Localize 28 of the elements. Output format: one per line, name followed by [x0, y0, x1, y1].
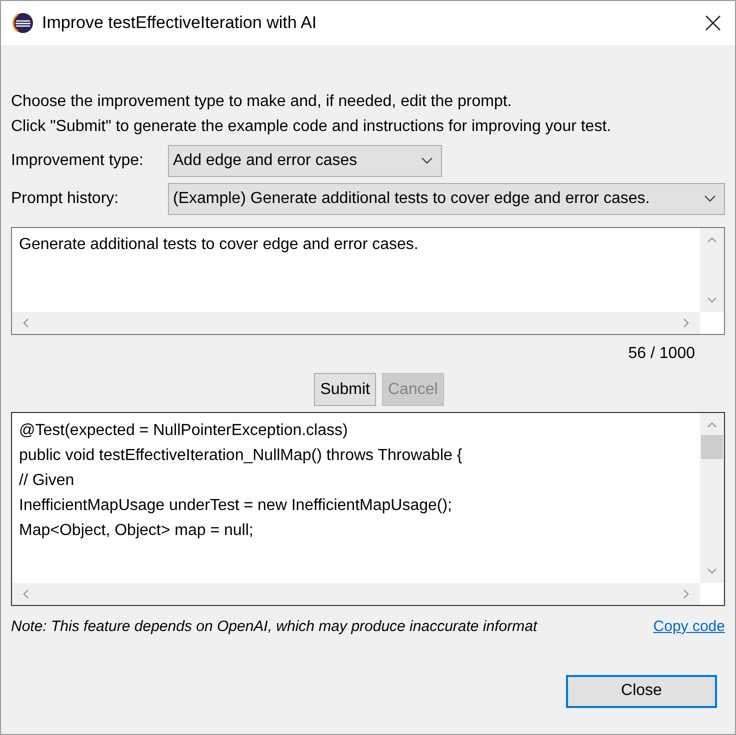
eclipse-logo-icon — [12, 12, 34, 34]
window-title: Improve testEffectiveIteration with AI — [42, 12, 318, 34]
vertical-scrollbar[interactable] — [700, 413, 724, 583]
prompt-history-dropdown[interactable]: (Example) Generate additional tests to cover edge and error cases. — [168, 183, 725, 215]
field-label: Improvement type: — [11, 151, 144, 171]
chevron-down-icon — [704, 195, 716, 203]
copy-code-link[interactable]: Copy code — [653, 616, 725, 638]
scrollbar-thumb[interactable] — [701, 435, 723, 459]
character-counter: 56 / 1000 — [628, 344, 695, 364]
code-line: public void testEffectiveIteration_NullMap() throws Throwable { — [19, 446, 464, 466]
prompt-field[interactable]: Generate additional tests to cover edge and error cases. — [11, 227, 725, 335]
chevron-down-icon — [421, 157, 433, 165]
horizontal-scrollbar[interactable] — [12, 312, 700, 334]
code-line: Map<Object, Object> map = null; — [19, 521, 254, 541]
instruction-text: Click "Submit" to generate the example code and instructions for improving your test. — [11, 117, 612, 137]
note-text: Note: This feature depends on OpenAI, which may produce inaccurate informat — [11, 617, 538, 637]
submit-button[interactable]: Submit — [314, 373, 376, 406]
close-icon[interactable] — [705, 15, 721, 31]
code-line: // Given — [19, 471, 76, 491]
instruction-text: Choose the improvement type to make and, if needed, edit the prompt. — [11, 92, 513, 112]
improvement-type-dropdown[interactable]: Add edge and error cases — [168, 145, 442, 177]
close-button[interactable]: Close — [566, 674, 717, 708]
horizontal-scrollbar[interactable] — [12, 583, 700, 605]
vertical-scrollbar[interactable] — [700, 228, 724, 312]
field-label: Prompt history: — [11, 189, 120, 209]
code-line: InefficientMapUsage underTest = new InefficientMapUsage(); — [19, 496, 453, 516]
code-line: @Test(expected = NullPointerException.class) — [19, 421, 349, 441]
prompt-text: Generate additional tests to cover edge and error cases. — [19, 236, 418, 253]
